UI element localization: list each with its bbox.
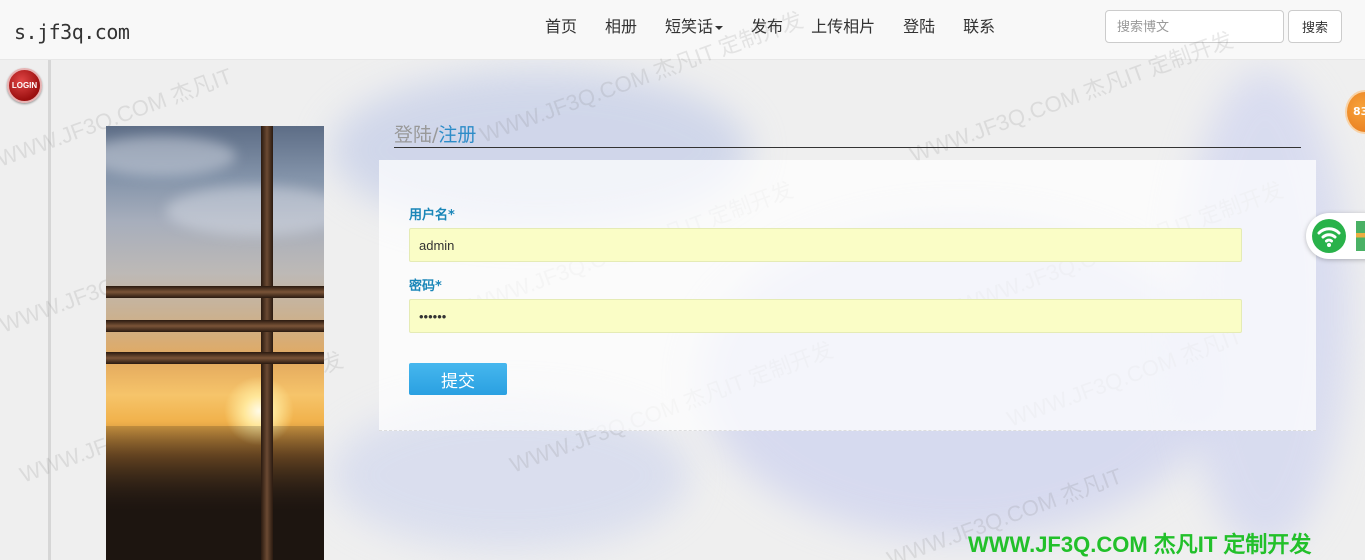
site-brand[interactable]: s.jf3q.com (14, 20, 130, 44)
tab-register[interactable]: 注册 (438, 124, 476, 146)
nav-item-album[interactable]: 相册 (591, 0, 651, 54)
nav-item-jokes[interactable]: 短笑话 (651, 0, 737, 54)
form-title: 登陆/注册 (394, 120, 1301, 148)
counter-badge[interactable]: 83 (1345, 90, 1365, 134)
password-label: 密码* (409, 279, 442, 294)
nav-item-publish[interactable]: 发布 (737, 0, 797, 54)
photo-cloud (166, 186, 324, 236)
photo-cloud (106, 136, 236, 176)
left-divider (48, 60, 51, 560)
nav-item-upload-photo[interactable]: 上传相片 (797, 0, 889, 54)
search-input[interactable] (1105, 10, 1284, 43)
username-field[interactable] (409, 228, 1242, 262)
caret-down-icon (715, 25, 724, 30)
window-bar (106, 286, 324, 298)
password-field[interactable] (409, 299, 1242, 333)
footer-watermark: WWW.JF3Q.COM 杰凡IT 定制开发 (968, 532, 1312, 557)
window-bar (106, 320, 324, 332)
nav-item-login[interactable]: 登陆 (889, 0, 949, 54)
login-form-panel (379, 160, 1316, 431)
nav-item-home[interactable]: 首页 (531, 0, 591, 54)
top-navbar: s.jf3q.com 首页 相册 短笑话 发布 上传相片 登陆 联系 搜索 (0, 0, 1365, 60)
nav-item-contact[interactable]: 联系 (949, 0, 1009, 54)
search-button[interactable]: 搜索 (1288, 10, 1342, 43)
username-label: 用户名* (409, 208, 455, 223)
login-badge-icon[interactable]: LOGIN (7, 68, 42, 103)
submit-button[interactable]: 提交 (409, 363, 507, 395)
photo-hill (106, 426, 324, 560)
sunset-window-photo (106, 126, 324, 560)
main-nav: 首页 相册 短笑话 发布 上传相片 登陆 联系 (531, 0, 1009, 54)
tab-login[interactable]: 登陆 (394, 124, 432, 146)
window-bar (261, 126, 273, 560)
wifi-icon (1312, 219, 1346, 253)
window-bar (106, 352, 324, 364)
nav-item-jokes-label: 短笑话 (665, 17, 714, 36)
signal-bars-icon (1356, 221, 1365, 251)
